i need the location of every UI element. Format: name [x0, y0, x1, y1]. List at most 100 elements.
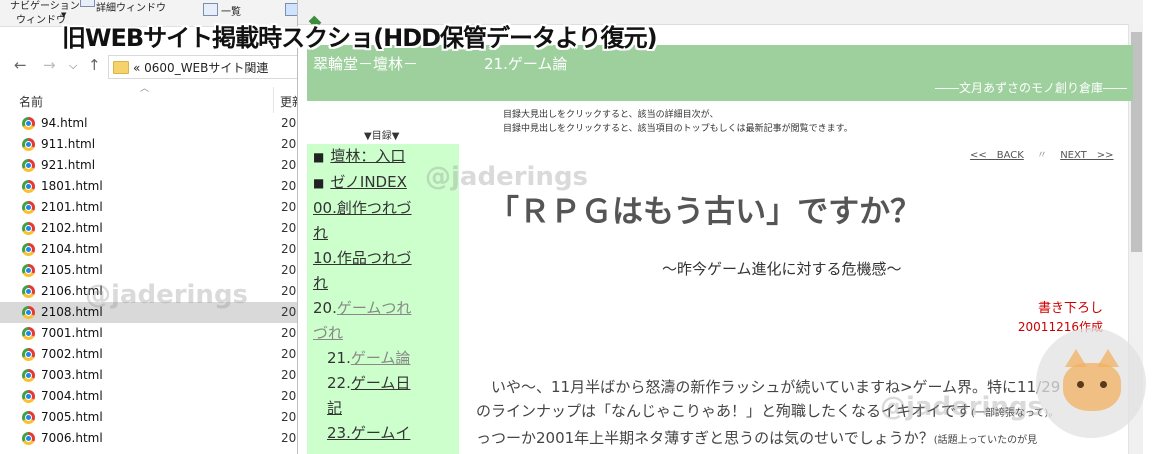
overlay-caption: 旧WEBサイト掲載時スクショ(HDD保管データより復元) [62, 24, 658, 52]
file-row[interactable]: 7006.html 200 [0, 428, 305, 449]
cat-face-icon [1063, 349, 1121, 411]
section-title: 21.ゲーム論 [484, 55, 568, 73]
file-explorer: ナビゲーション ウィンドウ ▼ 詳細ウィンドウ 一覧 ← → ⌵ ↑ « 060… [0, 0, 305, 454]
sidebar-item-prefix: 22. [327, 374, 351, 392]
folder-icon [113, 61, 129, 74]
cat-logo-icon [1036, 328, 1146, 438]
address-bar[interactable]: « 0600_WEBサイト関連 [108, 55, 304, 79]
file-row[interactable]: 911.html 200 [0, 134, 305, 155]
sidebar-item-label: ゼノINDEX [330, 173, 407, 191]
sidebar-item-label-cont: れ [313, 274, 329, 292]
file-row[interactable]: 2104.html 200 [0, 239, 305, 260]
forward-arrow-icon[interactable]: → [43, 56, 56, 74]
back-arrow-icon[interactable]: ← [14, 56, 27, 74]
sidebar-item-label: ゲーム日 [350, 374, 411, 392]
site-title[interactable]: 翠輪堂－壇林－ [313, 53, 418, 74]
file-name: 7001.html [41, 326, 103, 340]
file-name: 94.html [41, 116, 88, 130]
next-link[interactable]: NEXT >> [1060, 150, 1113, 161]
chrome-html-icon [22, 411, 35, 424]
cat-ear-icon [1065, 349, 1087, 367]
site-header: 翠輪堂－壇林－ 21.ゲーム論 ――文月あずさのモノ創り倉庫―― [307, 45, 1133, 101]
sidebar-item-prefix: 21. [327, 349, 351, 367]
sidebar-item-game-cut[interactable]: 23.ゲームイ [307, 421, 459, 446]
file-row[interactable]: 1801.html 200 [0, 176, 305, 197]
article-title: 「ＲＰＧはもう古い」ですか？ [488, 194, 922, 230]
list-view-icon [203, 3, 218, 16]
article-subtitle: ～昨今ゲーム進化に対する危機感～ [662, 260, 902, 278]
sidebar-item-label: ゲームつれ [336, 299, 412, 317]
chrome-html-icon [22, 243, 35, 256]
sidebar-item-label: 00.創作つれづ [313, 199, 412, 217]
file-name: 2105.html [41, 263, 103, 277]
file-row[interactable]: 2101.html 200 [0, 197, 305, 218]
file-row[interactable]: 7002.html 200 [0, 344, 305, 365]
bullet-square-icon: ■ [313, 176, 325, 190]
pager-separator: 〃 [1037, 150, 1048, 161]
sidebar-item-prefix: 20. [313, 299, 337, 317]
address-path: « 0600_WEBサイト関連 [133, 61, 269, 75]
file-row[interactable]: 921.html 200 [0, 155, 305, 176]
sidebar-item-works[interactable]: 10.作品つれづ れ [307, 246, 459, 296]
chrome-html-icon [22, 327, 35, 340]
ribbon-detail-window[interactable]: 詳細ウィンドウ [96, 0, 166, 14]
back-link[interactable]: << BACK [970, 150, 1024, 161]
recent-dropdown-icon[interactable]: ⌵ [69, 59, 77, 73]
chrome-html-icon [22, 222, 35, 235]
column-header: ︿ 名前 更新 [0, 84, 305, 115]
sidebar-item-label-cont: 記 [327, 399, 343, 417]
chrome-html-icon [22, 138, 35, 151]
file-name: 7005.html [41, 410, 103, 424]
chrome-html-icon [22, 264, 35, 277]
ribbon-list-view[interactable]: 一覧 [221, 3, 241, 18]
sidebar-item-game-theory[interactable]: 21.ゲーム論 [307, 346, 459, 371]
sidebar-item-label: ゲーム論 [350, 349, 411, 367]
sort-indicator-icon: ︿ [140, 84, 150, 94]
sidebar-item-creation[interactable]: 00.創作つれづ れ [307, 196, 459, 246]
chrome-html-icon [22, 180, 35, 193]
file-row[interactable]: 7003.html 200 [0, 365, 305, 386]
cat-ear-icon [1097, 349, 1119, 367]
sidebar-item-label: 壇林：入口 [330, 147, 406, 165]
file-row[interactable]: 2105.html 200 [0, 260, 305, 281]
article-meta-type: 書き下ろし [1037, 301, 1103, 316]
column-name[interactable]: 名前 [19, 93, 43, 110]
file-row[interactable]: 7001.html 200 [0, 323, 305, 344]
file-name: 7003.html [41, 368, 103, 382]
watermark-text: @jaderings [85, 280, 249, 310]
watermark-text: @jaderings [880, 392, 1044, 422]
chrome-html-icon [22, 369, 35, 382]
notice-line: 目録中見出しをクリックすると、該当項目のトップもしくは最新記事が閲覧できます。 [503, 124, 853, 134]
watermark-text: @jaderings [425, 162, 589, 192]
sidebar-item-games[interactable]: 20.ゲームつれ づれ [307, 296, 459, 346]
browser-window: 翠輪堂－壇林－ 21.ゲーム論 ――文月あずさのモノ創り倉庫―― 目録大見出しを… [297, 0, 1143, 454]
file-name: 2104.html [41, 242, 103, 256]
pager: << BACK 〃 NEXT >> [970, 146, 1114, 161]
body-line: っつーか2001年上半期ネタ薄すぎと思うのは気のせいでしょうか？(話題上っていた… [476, 426, 1126, 453]
chrome-html-icon [22, 390, 35, 403]
column-divider[interactable] [273, 87, 274, 113]
site-notice: 目録大見出しをクリックすると、該当の詳細目次が、 目録中見出しをクリックすると、… [503, 108, 853, 136]
file-row[interactable]: 7005.html 200 [0, 407, 305, 428]
notice-line: 目録大見出しをクリックすると、該当の詳細目次が、 [503, 110, 719, 120]
address-row: ← → ⌵ ↑ « 0600_WEBサイト関連 [0, 52, 305, 82]
cat-eye-icon [1100, 381, 1107, 388]
file-name: 2102.html [41, 221, 103, 235]
sidebar-item-label: 10.作品つれづ [313, 249, 412, 267]
bullet-square-icon: ■ [313, 150, 325, 164]
file-name: 7002.html [41, 347, 103, 361]
sidebar-item-game-diary[interactable]: 22.ゲーム日 記 [307, 371, 459, 421]
file-row[interactable]: 94.html 200 [0, 113, 305, 134]
file-name: 7006.html [41, 431, 103, 445]
file-row[interactable]: 7004.html 200 [0, 386, 305, 407]
sidebar-item-label-cont: れ [313, 224, 329, 242]
file-name: 2101.html [41, 200, 103, 214]
file-name: 921.html [41, 158, 96, 172]
chrome-html-icon [22, 285, 35, 298]
ribbon-nav-pane-line2[interactable]: ウィンドウ [16, 11, 66, 26]
toc-label: ▼目録▼ [364, 131, 400, 142]
sidebar-item-label: 23.ゲームイ [327, 424, 411, 442]
file-row[interactable]: 2102.html 200 [0, 218, 305, 239]
detail-pane-icon [80, 0, 95, 7]
up-arrow-icon[interactable]: ↑ [88, 56, 101, 74]
